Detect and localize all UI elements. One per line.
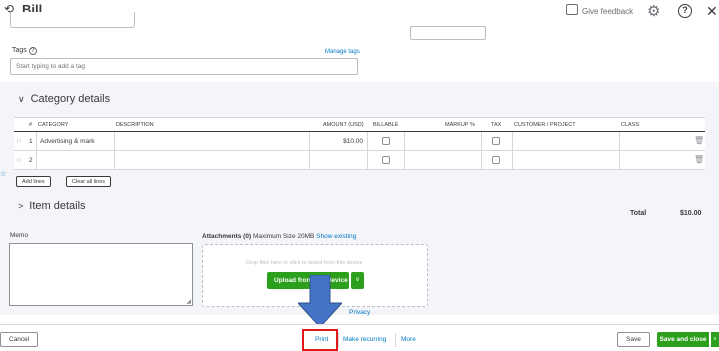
- memo-label: Memo: [10, 232, 29, 239]
- total-value: $10.00: [680, 210, 702, 217]
- resize-handle-icon[interactable]: ◢: [186, 298, 191, 305]
- more-link[interactable]: More: [401, 336, 416, 343]
- amount-value: $10.00: [343, 138, 363, 145]
- drop-zone-text: Drop files here or click to select from …: [246, 260, 363, 266]
- amount-cell[interactable]: [309, 151, 367, 170]
- col-num: #: [29, 122, 33, 128]
- billable-cell: [367, 151, 404, 170]
- customer-project-cell[interactable]: [512, 132, 619, 151]
- tax-cell: [481, 151, 512, 170]
- trash-icon[interactable]: 🗑: [694, 136, 704, 145]
- help-icon[interactable]: ?: [678, 4, 692, 18]
- tags-label-text: Tags: [12, 47, 27, 54]
- footer-bar: Cancel Print Make recurring More Save Sa…: [0, 324, 719, 351]
- footer-divider: [338, 333, 339, 347]
- close-icon[interactable]: ✕: [706, 3, 718, 20]
- tags-help-icon[interactable]: ?: [28, 47, 37, 55]
- print-link[interactable]: Print: [315, 336, 328, 343]
- save-button[interactable]: Save: [617, 332, 650, 347]
- trash-icon[interactable]: 🗑: [694, 155, 704, 164]
- category-cell[interactable]: Advertising & mark: [36, 132, 114, 151]
- billable-checkbox[interactable]: [382, 156, 390, 164]
- description-cell[interactable]: [114, 132, 309, 151]
- billable-checkbox[interactable]: [382, 137, 390, 145]
- save-and-close-button[interactable]: Save and close: [657, 332, 709, 347]
- privacy-link[interactable]: Privacy: [349, 309, 370, 316]
- cancel-button[interactable]: Cancel: [0, 332, 39, 347]
- customer-project-cell[interactable]: [512, 151, 619, 170]
- col-markup: MARKUP %: [445, 122, 475, 128]
- row-num: 2: [29, 157, 33, 164]
- table-row[interactable]: ∷ 2 🗑: [14, 151, 705, 170]
- markup-cell[interactable]: [404, 151, 481, 170]
- top-input-field[interactable]: [10, 12, 135, 28]
- star-icon: ☆: [0, 171, 7, 178]
- col-category: CATEGORY: [38, 122, 69, 128]
- col-class: CLASS: [621, 122, 640, 128]
- class-cell[interactable]: [619, 132, 691, 151]
- annotation-arrow-icon: [298, 275, 342, 327]
- class-cell[interactable]: [619, 151, 691, 170]
- row-num: 1: [29, 138, 33, 145]
- gear-icon[interactable]: ⚙: [647, 2, 660, 20]
- attachments-header: Attachments (0) Maximum Size 20MB Show e…: [202, 233, 356, 240]
- description-cell[interactable]: [114, 151, 309, 170]
- tax-cell: [481, 132, 512, 151]
- col-billable: BILLABLE: [373, 122, 399, 128]
- table-header: # CATEGORY DESCRIPTION AMOUNT (USD) BILL…: [14, 118, 705, 132]
- col-customer-project: CUSTOMER / PROJECT: [514, 122, 576, 128]
- attachments-label: Attachments (0): [202, 233, 252, 240]
- footer-divider: [395, 333, 396, 347]
- drag-handle-icon[interactable]: ∷: [17, 138, 21, 145]
- category-details-header[interactable]: ∨ Category details: [18, 93, 110, 105]
- feedback-icon[interactable]: [566, 4, 578, 15]
- markup-cell[interactable]: [404, 132, 481, 151]
- make-recurring-link[interactable]: Make recurring: [343, 336, 386, 343]
- memo-textarea[interactable]: ◢: [9, 243, 193, 306]
- manage-tags-link[interactable]: Manage tags: [325, 49, 360, 55]
- amount-cell[interactable]: $10.00: [309, 132, 367, 151]
- col-amount: AMOUNT (USD): [323, 122, 364, 128]
- save-dropdown-icon[interactable]: ∨: [710, 332, 719, 347]
- item-details-header[interactable]: > Item details: [18, 200, 86, 212]
- total-label: Total: [630, 210, 647, 217]
- tags-input[interactable]: [10, 58, 358, 75]
- col-description: DESCRIPTION: [116, 122, 154, 128]
- category-table: # CATEGORY DESCRIPTION AMOUNT (USD) BILL…: [14, 117, 705, 170]
- category-details-title: Category details: [30, 93, 111, 105]
- category-value: Advertising & mark: [40, 138, 95, 145]
- table-row[interactable]: ∷ 1 Advertising & mark $10.00 🗑: [14, 132, 705, 151]
- item-details-title: Item details: [29, 200, 86, 212]
- attachments-max-size: Maximum Size 20MB: [252, 233, 315, 240]
- chevron-down-icon[interactable]: ∨: [18, 94, 25, 105]
- drag-handle-icon[interactable]: ∷: [17, 157, 21, 164]
- category-cell[interactable]: [36, 151, 114, 170]
- tax-checkbox[interactable]: [492, 137, 500, 145]
- add-lines-button[interactable]: Add lines: [16, 176, 51, 187]
- show-existing-link[interactable]: Show existing: [316, 233, 356, 240]
- give-feedback-link[interactable]: Give feedback: [582, 7, 633, 16]
- billable-cell: [367, 132, 404, 151]
- upload-dropdown-icon[interactable]: ∨: [351, 272, 364, 289]
- tax-checkbox[interactable]: [492, 156, 500, 164]
- col-tax: TAX: [491, 122, 502, 128]
- right-input-field[interactable]: [410, 26, 486, 40]
- tags-label: Tags?: [12, 47, 37, 55]
- chevron-right-icon[interactable]: >: [18, 201, 23, 211]
- clear-all-lines-button[interactable]: Clear all lines: [66, 176, 112, 187]
